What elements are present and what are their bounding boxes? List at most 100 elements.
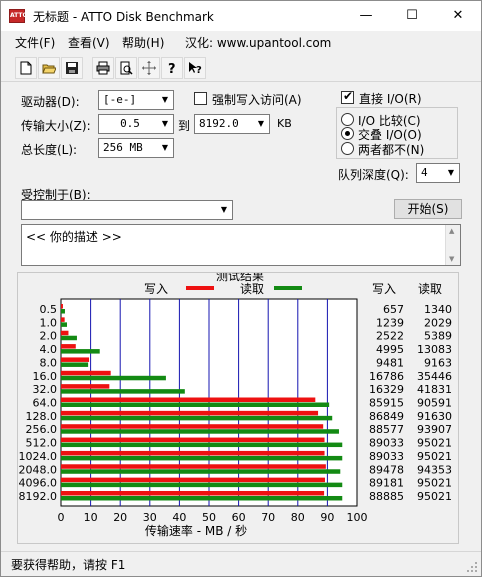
drive-select[interactable]: [-e-] ▼: [98, 90, 174, 110]
menu-localization[interactable]: 汉化: www.upantool.com: [185, 34, 331, 51]
queue-depth-select[interactable]: 4 ▼: [416, 163, 460, 183]
write-bar: [61, 304, 63, 309]
scroll-up-icon: ▲: [449, 227, 455, 235]
read-value: 95021: [417, 477, 452, 490]
read-bar: [61, 482, 343, 488]
transfer-to-select[interactable]: 8192.0 ▼: [194, 114, 270, 134]
category-label: 8192.0: [19, 490, 58, 503]
legend-write-swatch: [186, 286, 214, 290]
x-tick-label: 0: [58, 511, 65, 524]
category-label: 16.0: [33, 370, 58, 383]
description-field[interactable]: << 你的描述 >> ▲ ▼: [21, 224, 461, 266]
controlled-by-select[interactable]: ▼: [21, 200, 233, 220]
total-length-value: 256 MB: [103, 141, 143, 154]
menu-file[interactable]: 文件(F): [15, 34, 55, 51]
svg-text:?: ?: [168, 62, 176, 75]
app-window: ATTO 无标题 - ATTO Disk Benchmark — ☐ ✕ 文件(…: [0, 0, 482, 577]
direct-io-checkbox[interactable]: [341, 89, 354, 104]
write-bar: [61, 317, 65, 322]
force-write-checkbox[interactable]: [194, 92, 207, 105]
transfer-from-value: 0.5: [120, 117, 140, 130]
scroll-down-icon: ▼: [449, 255, 455, 263]
io-compare-radio[interactable]: [341, 113, 354, 126]
read-bar: [61, 375, 166, 381]
neither-io-label: 两者都不(N): [358, 143, 425, 157]
open-button[interactable]: [38, 57, 60, 79]
category-label: 2048.0: [19, 463, 58, 476]
category-label: 1024.0: [19, 450, 58, 463]
app-logo-icon: ATTO: [9, 9, 28, 23]
menu-help[interactable]: 帮助(H): [122, 34, 164, 51]
open-folder-icon: [42, 64, 56, 74]
x-tick-label: 30: [143, 511, 157, 524]
x-tick-label: 50: [202, 511, 216, 524]
new-file-button[interactable]: [15, 57, 37, 79]
category-label: 4096.0: [19, 477, 58, 490]
start-button[interactable]: 开始(S): [394, 199, 462, 219]
new-file-icon: [20, 61, 32, 75]
maximize-button[interactable]: ☐: [389, 1, 435, 31]
minimize-button[interactable]: —: [343, 1, 389, 31]
chevron-down-icon: ▼: [253, 115, 269, 133]
category-label: 8.0: [40, 356, 58, 369]
read-value: 93907: [417, 423, 452, 436]
legend-read-label: 读取: [240, 282, 264, 296]
x-tick-label: 90: [320, 511, 334, 524]
print-button[interactable]: [92, 57, 114, 79]
category-label: 2.0: [40, 330, 58, 343]
write-bar: [61, 477, 325, 483]
write-value: 88577: [369, 423, 404, 436]
title-bar[interactable]: ATTO 无标题 - ATTO Disk Benchmark — ☐ ✕: [1, 1, 481, 31]
read-value: 91630: [417, 410, 452, 423]
write-value: 88885: [369, 490, 404, 503]
help-button[interactable]: ?: [161, 57, 183, 79]
category-label: 0.5: [40, 303, 58, 316]
write-value: 657: [383, 303, 404, 316]
window-title: 无标题 - ATTO Disk Benchmark: [33, 10, 214, 24]
total-length-select[interactable]: 256 MB ▼: [98, 138, 174, 158]
write-bar: [61, 424, 324, 429]
read-bar: [61, 469, 341, 474]
move-button[interactable]: [138, 57, 160, 79]
read-bar: [61, 389, 185, 394]
unit-label: KB: [277, 117, 292, 130]
read-bar: [61, 415, 333, 421]
neither-io-radio[interactable]: [341, 142, 354, 155]
read-value: 95021: [417, 490, 452, 503]
close-button[interactable]: ✕: [435, 1, 481, 31]
read-value: 35446: [417, 370, 452, 383]
queue-depth-value: 4: [421, 166, 428, 179]
svg-text:?: ?: [196, 65, 202, 75]
write-value: 9481: [376, 356, 404, 369]
write-value: 4995: [376, 343, 404, 356]
chevron-down-icon: ▼: [216, 201, 232, 219]
read-bar: [61, 322, 68, 327]
resize-grip-icon[interactable]: [466, 561, 478, 573]
read-value: 95021: [417, 450, 452, 463]
category-label: 512.0: [26, 437, 58, 450]
read-value: 9163: [424, 356, 452, 369]
context-help-icon: ?: [189, 62, 202, 75]
print-preview-icon: [120, 61, 133, 75]
write-bar: [61, 384, 110, 389]
menu-view[interactable]: 查看(V): [68, 34, 110, 51]
menu-bar: 文件(F) 查看(V) 帮助(H) 汉化: www.upantool.com: [1, 31, 481, 53]
overlapped-io-radio[interactable]: [341, 127, 354, 140]
write-value: 89033: [369, 437, 404, 450]
print-preview-button[interactable]: [115, 57, 137, 79]
write-bar: [61, 357, 90, 362]
transfer-from-select[interactable]: 0.5 ▼: [98, 114, 174, 134]
legend-read-swatch: [274, 286, 302, 290]
description-scrollbar[interactable]: ▲ ▼: [445, 225, 460, 265]
print-icon: [96, 61, 110, 75]
read-bar: [61, 309, 65, 314]
save-button[interactable]: [61, 57, 83, 79]
category-label: 4.0: [40, 343, 58, 356]
x-tick-label: 60: [232, 511, 246, 524]
context-help-button[interactable]: ?: [184, 57, 206, 79]
read-value: 5389: [424, 330, 452, 343]
drive-value: [-e-]: [103, 93, 137, 106]
read-bar: [61, 349, 100, 354]
category-label: 128.0: [26, 410, 58, 423]
write-value: 2522: [376, 330, 404, 343]
